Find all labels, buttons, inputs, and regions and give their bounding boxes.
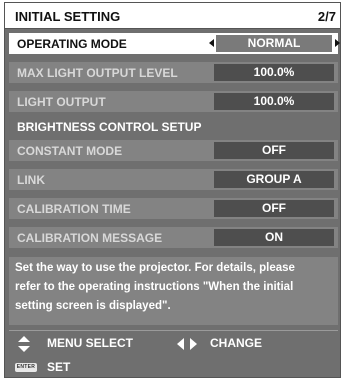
set-hint: SET [47,360,71,374]
max-light-output-level-value: 100.0% [214,64,334,81]
help-description: Set the way to use the projector. For de… [9,257,338,325]
operating-mode-value[interactable]: NORMAL [216,35,332,52]
help-text-line: setting screen is displayed". [15,300,171,312]
calibration-time-value: OFF [214,200,334,217]
enter-key-icon: ENTER [15,363,37,372]
light-output-value: 100.0% [214,93,334,110]
menu-item-label: LIGHT OUTPUT [17,95,106,109]
menu-item-label: CALIBRATION MESSAGE [17,231,163,245]
menu-item-calibration-message[interactable]: CALIBRATION MESSAGE ON [9,227,338,248]
menu-item-link[interactable]: LINK GROUP A [9,169,338,190]
help-text-line: refer to the operating instructions "Whe… [15,281,294,293]
page-title: INITIAL SETTING [15,9,121,24]
menu-item-label: OPERATING MODE [17,37,127,51]
constant-mode-value: OFF [214,142,334,159]
arrow-left-icon[interactable] [209,39,214,47]
footer-divider [9,330,338,331]
footer-navigation-hints: MENU SELECT CHANGE [5,333,340,355]
menu-select-hint: MENU SELECT [47,336,134,350]
section-label: BRIGHTNESS CONTROL SETUP [17,120,202,134]
menu-item-label: MAX LIGHT OUTPUT LEVEL [17,66,178,80]
section-brightness-control-setup: BRIGHTNESS CONTROL SETUP [9,116,338,137]
change-hint: CHANGE [210,336,263,350]
menu-item-constant-mode[interactable]: CONSTANT MODE OFF [9,140,338,161]
left-right-arrow-icon [177,338,197,350]
calibration-message-value: ON [214,229,334,246]
panel-header: INITIAL SETTING 2/7 [5,3,340,29]
menu-item-label: LINK [17,173,45,187]
up-down-arrow-icon [18,336,30,352]
initial-setting-panel: INITIAL SETTING 2/7 OPERATING MODE NORMA… [4,2,341,378]
arrow-right-icon[interactable] [335,39,340,47]
link-value: GROUP A [214,171,334,188]
menu-item-label: CALIBRATION TIME [17,202,131,216]
menu-item-operating-mode[interactable]: OPERATING MODE NORMAL [9,33,340,54]
menu-item-label: CONSTANT MODE [17,144,123,158]
page-indicator: 2/7 [317,9,336,24]
menu-item-light-output[interactable]: LIGHT OUTPUT 100.0% [9,91,338,112]
footer-set-hint: ENTER SET [5,357,340,377]
menu-item-max-light-output-level[interactable]: MAX LIGHT OUTPUT LEVEL 100.0% [9,62,338,83]
help-text-line: Set the way to use the projector. For de… [15,262,295,274]
menu-item-calibration-time[interactable]: CALIBRATION TIME OFF [9,198,338,219]
